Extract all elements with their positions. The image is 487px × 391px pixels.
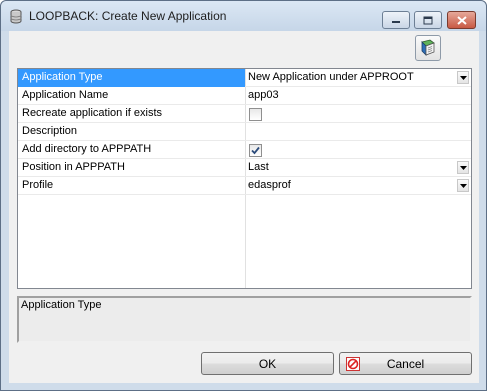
description-text: Application Type — [21, 299, 102, 311]
property-row-position[interactable]: Position in APPPATH Last — [18, 159, 471, 177]
property-value: New Application under APPROOT — [248, 71, 414, 83]
property-value: Last — [248, 161, 269, 173]
title-bar[interactable]: LOOPBACK: Create New Application — [1, 1, 486, 31]
application-type-select[interactable]: New Application under APPROOT — [246, 69, 471, 87]
property-label: Profile — [22, 179, 54, 191]
help-book-icon — [421, 39, 435, 56]
ok-label: OK — [258, 356, 277, 371]
add-directory-cell — [246, 141, 471, 159]
dialog-window: LOOPBACK: Create New Application Applica… — [0, 0, 487, 391]
property-value: edasprof — [248, 179, 291, 191]
property-label: Position in APPPATH — [22, 161, 125, 173]
maximize-button[interactable] — [414, 11, 442, 29]
property-row-application-type[interactable]: Application Type New Application under A… — [18, 69, 471, 87]
window-title: LOOPBACK: Create New Application — [29, 9, 227, 23]
chevron-down-icon — [459, 183, 467, 188]
ok-button[interactable]: OK — [201, 352, 334, 375]
property-row-profile[interactable]: Profile edasprof — [18, 177, 471, 195]
add-directory-checkbox[interactable] — [249, 144, 262, 157]
application-name-field[interactable]: app03 — [246, 87, 471, 105]
property-label: Recreate application if exists — [22, 107, 163, 119]
dropdown-button[interactable] — [457, 161, 469, 174]
checkmark-icon — [251, 146, 260, 155]
help-button[interactable] — [415, 35, 441, 61]
property-grid: Application Type New Application under A… — [17, 68, 472, 289]
dialog-body: Application Type New Application under A… — [9, 31, 479, 383]
recreate-checkbox[interactable] — [249, 108, 262, 121]
property-row-description[interactable]: Description — [18, 123, 471, 141]
description-panel: Application Type — [17, 296, 472, 343]
recreate-cell — [246, 105, 471, 123]
property-label: Add directory to APPPATH — [22, 143, 152, 155]
close-icon — [456, 15, 467, 25]
chevron-down-icon — [459, 75, 467, 80]
property-label: Application Name — [22, 89, 109, 101]
cancel-icon — [346, 357, 360, 371]
database-icon — [10, 9, 22, 24]
maximize-icon — [423, 16, 433, 24]
property-label: Description — [22, 125, 78, 137]
close-button[interactable] — [447, 11, 476, 29]
cancel-label: Cancel — [386, 356, 425, 371]
property-row-application-name[interactable]: Application Name app03 — [18, 87, 471, 105]
profile-select[interactable]: edasprof — [246, 177, 471, 195]
minimize-icon — [392, 21, 400, 23]
chevron-down-icon — [459, 165, 467, 170]
position-select[interactable]: Last — [246, 159, 471, 177]
minimize-button[interactable] — [382, 11, 410, 29]
dropdown-button[interactable] — [457, 179, 469, 192]
property-row-recreate[interactable]: Recreate application if exists — [18, 105, 471, 123]
cancel-button[interactable]: Cancel — [339, 352, 472, 375]
dropdown-button[interactable] — [457, 71, 469, 84]
description-field[interactable] — [246, 123, 471, 141]
property-label: Application Type — [18, 69, 245, 87]
property-row-add-directory[interactable]: Add directory to APPPATH — [18, 141, 471, 159]
